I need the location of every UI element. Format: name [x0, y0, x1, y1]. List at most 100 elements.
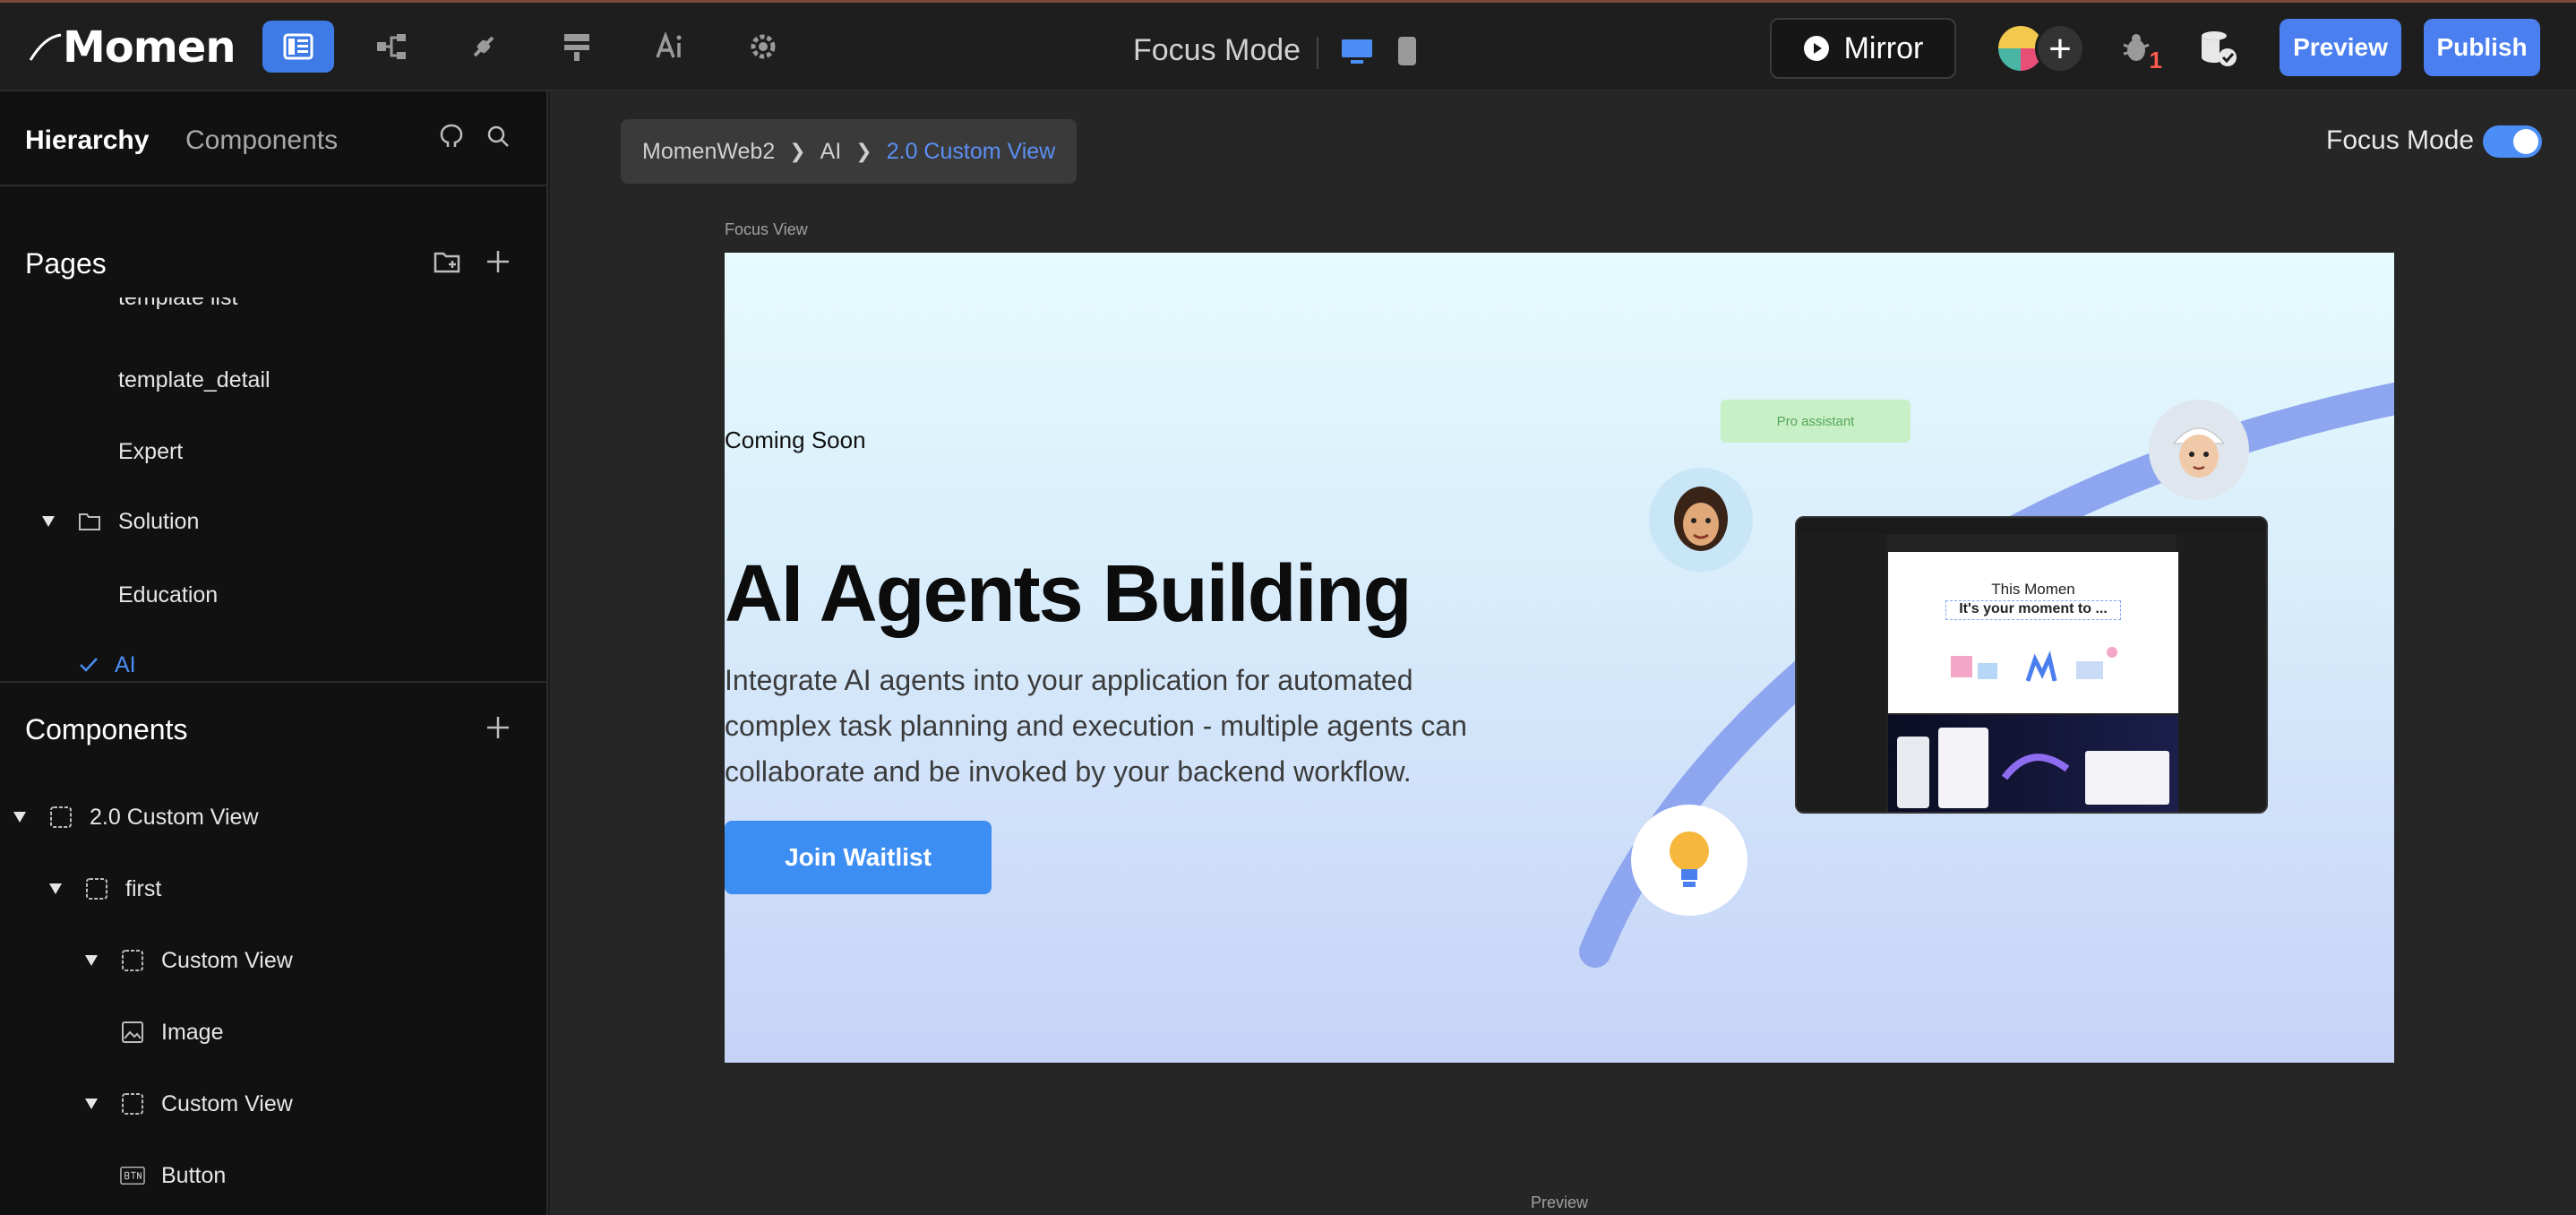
sidebar-tabs: Hierarchy Components — [0, 91, 548, 186]
tree-node[interactable]: Button — [120, 1158, 226, 1193]
database-check-icon — [2202, 31, 2237, 66]
collaborators[interactable]: + — [1996, 22, 2085, 74]
join-waitlist-button[interactable]: Join Waitlist — [725, 821, 992, 894]
folder-icon — [77, 509, 102, 534]
tree-node-label: Image — [161, 1019, 224, 1045]
caret-down-icon[interactable] — [13, 810, 27, 824]
github-button[interactable] — [434, 118, 469, 154]
plug-icon — [473, 36, 494, 57]
folder-label: Solution — [118, 508, 200, 534]
shot-title: This Momen — [1991, 581, 2075, 598]
components-heading: Components — [25, 713, 188, 745]
tree-node[interactable]: first — [48, 871, 161, 907]
breadcrumb-item[interactable]: AI — [820, 139, 842, 165]
page-item[interactable]: Expert — [118, 439, 183, 465]
title-divider — [1317, 37, 1318, 69]
database-button[interactable] — [2196, 26, 2241, 71]
preview-caption: Preview — [1531, 1193, 1589, 1211]
custom-view-icon — [84, 876, 109, 901]
add-page-button[interactable] — [480, 244, 516, 280]
plus-icon — [487, 251, 509, 272]
lightbulb-icon — [1631, 805, 1747, 916]
tree-tool-button[interactable] — [356, 21, 427, 73]
publish-button[interactable]: Publish — [2424, 19, 2540, 76]
plugin-tool-button[interactable] — [448, 21, 519, 73]
actions-tool-button[interactable] — [541, 21, 613, 73]
top-bar: Momen Focus Mode Mirror + 1 Preview Publ… — [0, 0, 2576, 91]
page-item-selected[interactable]: AI — [79, 647, 136, 681]
settings-tool-button[interactable] — [727, 21, 799, 73]
toggle-knob — [2513, 129, 2538, 154]
avatar-woman-icon — [1649, 468, 1753, 572]
focus-view-frame[interactable]: Coming Soon AI Agents Building Integrate… — [725, 253, 2394, 1063]
pages-heading: Pages — [25, 247, 107, 280]
page-folder-solution[interactable]: Solution — [41, 504, 199, 539]
editor-canvas[interactable]: MomenWeb2 ❯ AI ❯ 2.0 Custom View Focus M… — [550, 91, 2576, 1215]
avatar-builder-icon — [2149, 400, 2249, 500]
add-collaborator-button[interactable]: + — [2035, 23, 2085, 73]
pages-list: template list template_detail Expert Sol… — [0, 297, 548, 681]
logo-text: Momen — [63, 22, 236, 73]
mobile-view-button[interactable] — [1387, 31, 1427, 71]
app-screenshot-image: This Momen It's your moment to ... — [1795, 516, 2268, 814]
button-icon — [120, 1163, 145, 1188]
page-item[interactable]: template list — [118, 297, 237, 311]
shot-subtitle: It's your moment to ... — [1945, 600, 2121, 620]
momen-logo[interactable]: Momen — [27, 22, 236, 73]
tab-hierarchy[interactable]: Hierarchy — [25, 125, 149, 156]
page-label: AI — [115, 651, 136, 677]
shot-gallery — [1888, 715, 2178, 812]
coming-soon-text: Coming Soon — [725, 427, 866, 453]
search-icon — [487, 125, 509, 147]
mirror-label: Mirror — [1843, 30, 1924, 65]
tree-node[interactable]: 2.0 Custom View — [13, 799, 259, 835]
tab-components[interactable]: Components — [185, 125, 338, 156]
caret-down-icon[interactable] — [84, 953, 99, 968]
github-icon — [440, 124, 463, 147]
plus-icon — [487, 717, 509, 738]
page-item[interactable]: template_detail — [118, 367, 270, 393]
mobile-icon — [1398, 37, 1416, 65]
logo-swoosh-icon — [29, 33, 62, 61]
shot-toolbar — [1797, 518, 2266, 534]
tree-node-label: Button — [161, 1162, 227, 1188]
mirror-button[interactable]: Mirror — [1770, 18, 1956, 79]
add-component-button[interactable] — [480, 710, 516, 745]
tree-node-label: Custom View — [161, 1090, 293, 1116]
tree-node-label: first — [125, 875, 162, 901]
breadcrumb-current[interactable]: 2.0 Custom View — [887, 139, 1056, 165]
tree-node[interactable]: Custom View — [84, 943, 293, 978]
desktop-icon — [1342, 39, 1372, 64]
left-sidebar: Hierarchy Components Pages template list… — [0, 91, 548, 1215]
preview-button[interactable]: Preview — [2280, 19, 2401, 76]
hierarchy-icon — [377, 34, 406, 59]
layout-tool-button[interactable] — [262, 21, 334, 73]
tree-node-label: Custom View — [161, 947, 293, 973]
shot-page: This Momen It's your moment to ... — [1888, 552, 2178, 713]
ai-tool-button[interactable] — [634, 21, 706, 73]
focus-mode-title: Focus Mode — [1133, 33, 1301, 67]
tree-node-label: 2.0 Custom View — [90, 804, 259, 830]
custom-view-icon — [48, 805, 73, 830]
focus-mode-toggle[interactable] — [2483, 125, 2542, 158]
breadcrumb-item[interactable]: MomenWeb2 — [642, 139, 775, 165]
tree-node[interactable]: Custom View — [84, 1086, 293, 1122]
ai-icon — [656, 31, 682, 58]
caret-down-icon[interactable] — [48, 882, 63, 896]
page-item[interactable]: Education — [118, 582, 218, 608]
desktop-view-button[interactable] — [1337, 31, 1377, 71]
bug-count-badge: 1 — [2149, 47, 2162, 73]
sidebar-divider — [0, 681, 548, 683]
add-folder-button[interactable] — [430, 244, 466, 280]
focus-mode-label: Focus Mode — [2326, 125, 2475, 155]
check-icon — [79, 657, 99, 673]
search-button[interactable] — [480, 118, 516, 154]
custom-view-icon — [120, 1091, 145, 1116]
tree-node[interactable]: Image — [120, 1014, 223, 1050]
custom-view-icon — [120, 948, 145, 973]
debug-button[interactable]: 1 — [2116, 26, 2162, 73]
caret-down-icon[interactable] — [84, 1097, 99, 1111]
caret-down-icon[interactable] — [41, 514, 56, 529]
breadcrumb: MomenWeb2 ❯ AI ❯ 2.0 Custom View — [621, 119, 1078, 184]
pro-assistant-bubble: Pro assistant — [1721, 400, 1911, 443]
